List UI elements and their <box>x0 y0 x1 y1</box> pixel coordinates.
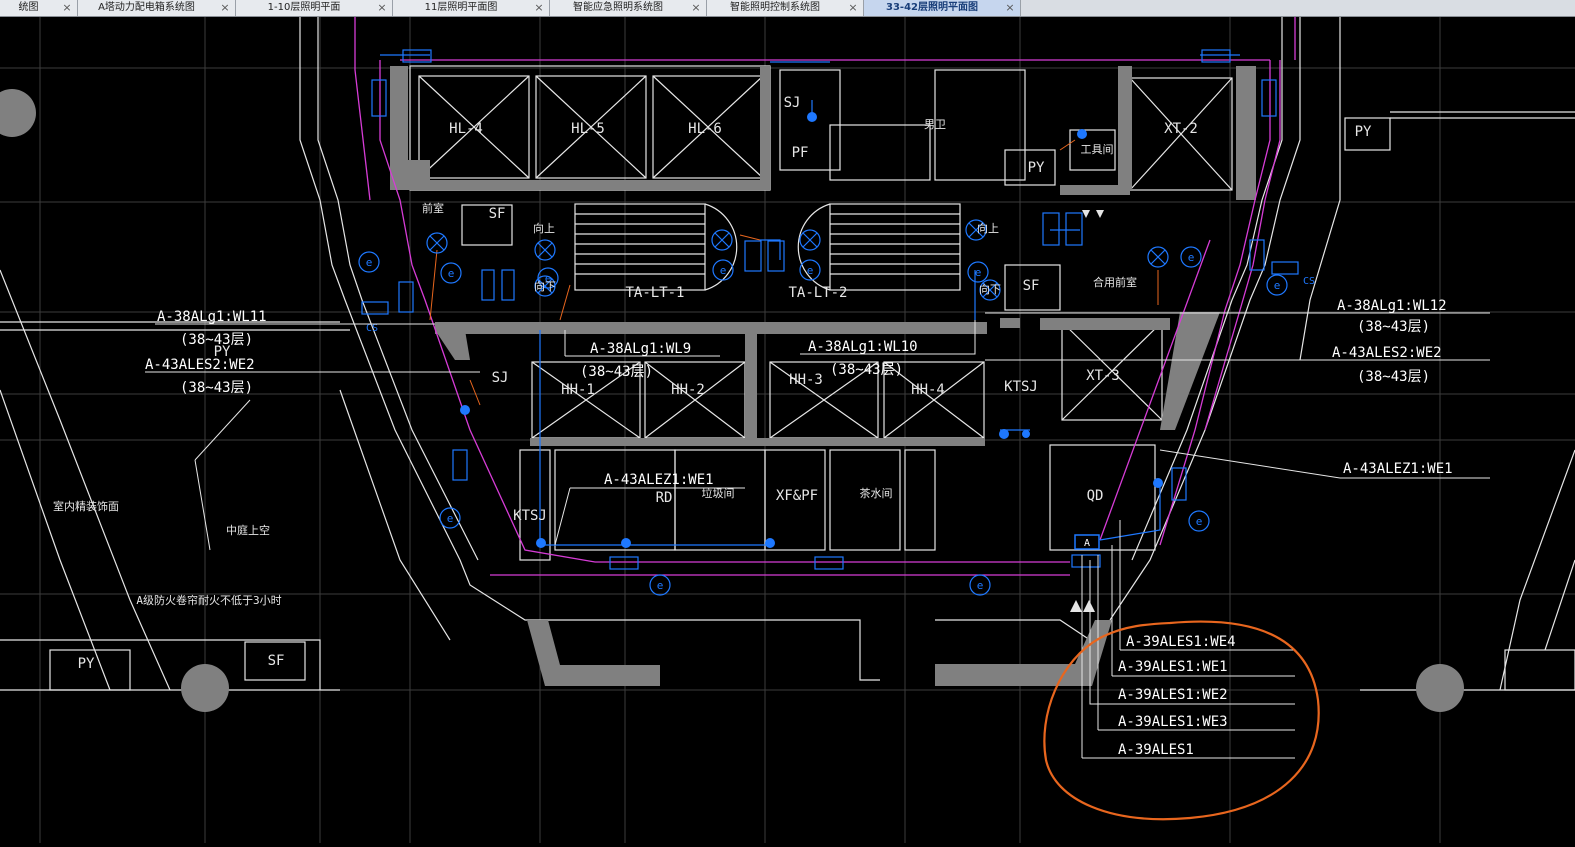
room-label-gongju: 工具间 <box>1081 143 1114 156</box>
tab-lighting-control-system[interactable]: 智能照明控制系统图 × <box>707 0 864 16</box>
room-label-rd: RD <box>656 490 673 506</box>
room-label-talt1: TA-LT-1 <box>625 285 684 301</box>
emergency-light-letter: e <box>448 267 455 280</box>
drawing-tab-bar: 统图 × A塔动力配电箱系统图 × 1-10层照明平面 × 11层照明平面图 ×… <box>0 0 1575 17</box>
annotation-ales1: A-39ALES1 <box>1118 742 1194 758</box>
room-label-py-top: PY <box>1028 160 1045 176</box>
distribution-panel-letter: A <box>1084 538 1090 549</box>
annotation-we3: A-39ALES1:WE3 <box>1118 714 1228 730</box>
room-label-py-bottom: PY <box>78 656 95 672</box>
tab-1-10-lighting-plan[interactable]: 1-10层照明平面 × <box>236 0 393 16</box>
annotation-wl11-floors: (38~43层) <box>180 332 253 348</box>
annotation-wl12-floors: (38~43层) <box>1357 319 1430 335</box>
tab-close-icon[interactable]: × <box>846 0 860 16</box>
emergency-light-letter: e <box>1188 251 1195 264</box>
tab-close-icon[interactable]: × <box>375 0 389 16</box>
room-label-chashui: 茶水间 <box>860 487 893 500</box>
annotation-wl10-floors: (38~43层) <box>830 362 903 378</box>
emergency-light-letter: e <box>447 512 454 525</box>
room-label-sf-top: SF <box>489 206 506 222</box>
room-label-sf-right: SF <box>1023 278 1040 294</box>
tab-label: 智能照明控制系统图 <box>730 2 820 13</box>
room-label-fanghuo: A级防火卷帘耐火不低于3小时 <box>136 593 281 607</box>
cs-label-right: CS <box>1303 276 1315 287</box>
tab-emergency-lighting-system[interactable]: 智能应急照明系统图 × <box>550 0 707 16</box>
room-label-hexi: 合用前室 <box>1093 275 1137 289</box>
annotation-we2-left-floors: (38~43层) <box>180 380 253 396</box>
room-label-shineijingguan: 室内精装饰面 <box>53 499 119 513</box>
room-label-qd: QD <box>1087 488 1104 504</box>
room-label-ktsj-right: KTSJ <box>1004 379 1038 395</box>
emergency-light-letter: e <box>975 266 982 279</box>
tab-label: A塔动力配电箱系统图 <box>98 2 195 13</box>
cad-drawing-canvas[interactable]: e e e e e e e e e e e e A HL-4 HL-5 HL-6… <box>0 17 1575 843</box>
room-label-xiangxia-left: 向下 <box>534 279 556 293</box>
annotation-alez1-right: A-43ALEZ1:WE1 <box>1343 461 1453 477</box>
room-label-sj-top: SJ <box>784 95 801 111</box>
room-label-ktsj-left: KTSJ <box>513 508 547 524</box>
room-label-xiangshang-left: 向上 <box>533 221 555 235</box>
emergency-light-letter: e <box>807 264 814 277</box>
annotation-we1: A-39ALES1:WE1 <box>1118 659 1228 675</box>
room-label-hh4: HH-4 <box>911 382 945 398</box>
room-label-py-right: PY <box>1355 124 1372 140</box>
tab-label: 智能应急照明系统图 <box>573 2 663 13</box>
emergency-light-letter: e <box>720 264 727 277</box>
room-label-zhongting: 中庭上空 <box>226 523 270 537</box>
annotation-wl10: A-38ALg1:WL10 <box>808 339 918 355</box>
room-label-hh2: HH-2 <box>671 382 705 398</box>
room-label-pf: PF <box>792 145 809 161</box>
room-label-xiangxia-right: 向下 <box>979 282 1001 296</box>
annotation-wl9-floors: (38~43层) <box>580 364 653 380</box>
tab-label: 33-42层照明平面图 <box>886 2 978 13</box>
tab-close-icon[interactable]: × <box>218 0 232 16</box>
tab-11-lighting-plan[interactable]: 11层照明平面图 × <box>393 0 550 16</box>
room-label-hl6: HL-6 <box>688 121 722 137</box>
annotation-wl9: A-38ALg1:WL9 <box>590 341 691 357</box>
cs-label-left: CS <box>366 323 378 334</box>
room-label-sf-bottom: SF <box>268 653 285 669</box>
room-label-hl4: HL-4 <box>449 121 483 137</box>
annotation-wl11: A-38ALg1:WL11 <box>157 309 267 325</box>
room-label-talt2: TA-LT-2 <box>788 285 847 301</box>
tab-close-icon[interactable]: × <box>532 0 546 16</box>
emergency-light-letter: e <box>977 579 984 592</box>
room-label-sj-left: SJ <box>492 370 509 386</box>
room-label-xfpf: XF&PF <box>776 488 818 504</box>
room-label-xiangshang-right: 向上 <box>977 221 999 235</box>
annotation-we2-left: A-43ALES2:WE2 <box>145 357 255 373</box>
tab-33-42-lighting-plan[interactable]: 33-42层照明平面图 × <box>864 0 1021 16</box>
tab-system-diagram[interactable]: 统图 × <box>0 0 78 16</box>
room-label-hh1: HH-1 <box>561 382 595 398</box>
annotation-we2-right: A-43ALES2:WE2 <box>1332 345 1442 361</box>
annotation-we2-right-floors: (38~43层) <box>1357 369 1430 385</box>
emergency-light-letter: e <box>657 579 664 592</box>
tab-label: 1-10层照明平面 <box>267 2 341 13</box>
tab-a-tower-power-distribution[interactable]: A塔动力配电箱系统图 × <box>78 0 236 16</box>
tab-close-icon[interactable]: × <box>60 0 74 16</box>
annotation-wl12: A-38ALg1:WL12 <box>1337 298 1447 314</box>
annotation-we4: A-39ALES1:WE4 <box>1126 634 1236 650</box>
tab-label: 统图 <box>18 2 39 13</box>
emergency-light-letter: e <box>366 256 373 269</box>
tab-close-icon[interactable]: × <box>689 0 703 16</box>
room-label-qianshi: 前室 <box>422 201 444 215</box>
annotation-we2: A-39ALES1:WE2 <box>1118 687 1228 703</box>
tab-close-icon[interactable]: × <box>1003 0 1017 16</box>
tab-label: 11层照明平面图 <box>424 2 498 13</box>
annotation-alez1-left: A-43ALEZ1:WE1 <box>604 472 714 488</box>
emergency-light-letter: e <box>1274 279 1281 292</box>
room-label-xt3: XT-3 <box>1086 368 1120 384</box>
drawing-background <box>0 17 1575 843</box>
room-label-nanwei: 男卫 <box>924 118 946 131</box>
room-label-hh3: HH-3 <box>789 372 823 388</box>
room-label-xt2: XT-2 <box>1164 121 1198 137</box>
room-label-hl5: HL-5 <box>571 121 605 137</box>
emergency-light-letter: e <box>1196 515 1203 528</box>
